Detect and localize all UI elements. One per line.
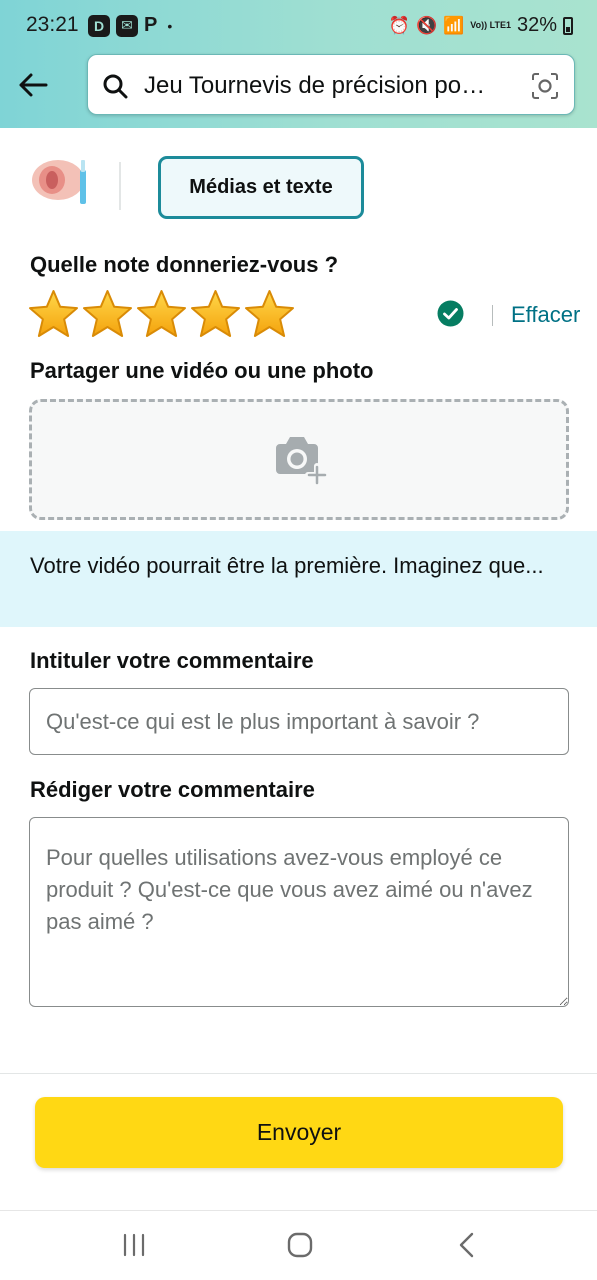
wifi-icon: 📶 xyxy=(443,15,465,35)
media-upload-title: Partager une vidéo ou une photo xyxy=(30,358,374,383)
alarm-icon: ⏰ xyxy=(388,15,410,35)
review-title-input[interactable] xyxy=(29,688,569,755)
app-header: 23:21 D ✉ P • ⏰ 🔇 📶 Vo)) LTE1 32% Jeu To… xyxy=(0,0,597,128)
search-icon xyxy=(103,74,128,99)
review-title-label: Intituler votre commentaire xyxy=(30,648,314,673)
more-notifications-dot: • xyxy=(167,17,173,34)
media-upload-zone[interactable] xyxy=(29,399,569,520)
rating-question: Quelle note donneriez-vous ? xyxy=(30,252,339,277)
app-notification-icon: D xyxy=(88,14,110,37)
review-body-label: Rédiger votre commentaire xyxy=(30,777,315,802)
back-arrow-icon[interactable] xyxy=(16,68,50,102)
lte-label: Vo)) LTE1 xyxy=(470,20,511,30)
star-3-icon[interactable] xyxy=(136,289,187,339)
camera-search-icon[interactable] xyxy=(530,71,560,101)
status-time: 23:21 xyxy=(26,13,79,36)
star-rating[interactable] xyxy=(28,289,295,339)
clear-rating-link[interactable]: Effacer xyxy=(511,302,580,328)
status-system-icons: ⏰ 🔇 📶 Vo)) LTE1 32% xyxy=(389,14,573,37)
mute-icon: 🔇 xyxy=(415,15,438,35)
star-2-icon[interactable] xyxy=(82,289,133,339)
product-thumbnail xyxy=(32,160,86,204)
system-nav-bar xyxy=(0,1210,597,1280)
review-body-textarea[interactable] xyxy=(29,817,569,1007)
battery-icon xyxy=(563,16,573,35)
submit-button[interactable]: Envoyer xyxy=(35,1097,563,1168)
search-bar[interactable]: Jeu Tournevis de précision po… xyxy=(87,54,575,115)
thumbnail-divider xyxy=(119,162,121,210)
star-5-icon[interactable] xyxy=(244,289,295,339)
camera-add-icon xyxy=(276,437,329,486)
mail-notification-icon: ✉ xyxy=(116,14,138,37)
recent-apps-icon[interactable] xyxy=(122,1233,146,1257)
status-notification-icons: D ✉ P • xyxy=(88,14,172,37)
search-query-text[interactable]: Jeu Tournevis de précision po… xyxy=(144,72,516,100)
p-notification-icon: P xyxy=(144,14,158,36)
footer-divider xyxy=(0,1073,597,1074)
star-4-icon[interactable] xyxy=(190,289,241,339)
nav-back-icon[interactable] xyxy=(456,1231,478,1259)
battery-percent: 32% xyxy=(516,14,557,36)
star-1-icon[interactable] xyxy=(28,289,79,339)
check-circle-icon xyxy=(437,300,464,327)
info-banner: Votre vidéo pourrait être la première. I… xyxy=(0,531,597,627)
home-icon[interactable] xyxy=(287,1232,313,1258)
rating-separator xyxy=(492,305,493,326)
status-bar: 23:21 D ✉ P • ⏰ 🔇 📶 Vo)) LTE1 32% xyxy=(0,0,597,52)
tab-media-and-text[interactable]: Médias et texte xyxy=(158,156,364,219)
